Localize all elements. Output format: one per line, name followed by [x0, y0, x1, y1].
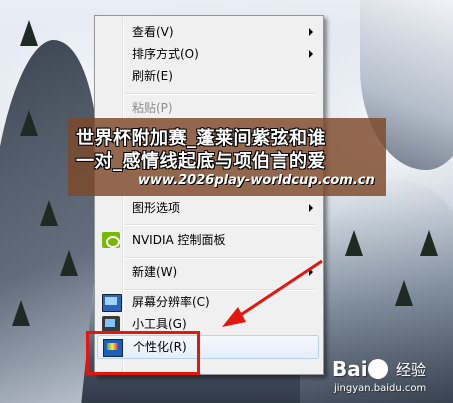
pine-tree: [12, 300, 30, 326]
pine-tree: [420, 230, 438, 256]
menu-item-new[interactable]: 新建(W): [97, 261, 319, 283]
menu-item-label: 屏幕分辨率(C): [132, 295, 210, 309]
submenu-arrow-icon: [309, 28, 313, 36]
paw-icon: [368, 359, 388, 379]
pine-tree: [20, 110, 38, 136]
logo-brand: Bai: [332, 357, 368, 381]
menu-item-label: 查看(V): [132, 25, 174, 39]
menu-item-graphics-options[interactable]: 图形选项: [97, 197, 319, 219]
submenu-arrow-icon: [309, 50, 313, 58]
nvidia-icon: [102, 232, 120, 248]
menu-item-nvidia-control-panel[interactable]: NVIDIA 控制面板: [97, 229, 319, 251]
menu-item-label: 排序方式(O): [132, 47, 199, 61]
menu-item-paste[interactable]: 粘贴(P): [97, 97, 319, 119]
watermark-banner: 世界杯附加赛_蓬莱间紫弦和谁 一对_感情线起底与项伯言的爱 www.2026pl…: [68, 118, 386, 196]
menu-item-screen-resolution[interactable]: 屏幕分辨率(C): [97, 291, 319, 313]
watermark-line-2: 一对_感情线起底与项伯言的爱: [76, 151, 326, 172]
pine-tree: [395, 280, 413, 306]
logo-suffix: 经验: [396, 361, 427, 379]
pine-tree: [60, 250, 78, 276]
pine-tree: [20, 20, 38, 46]
menu-item-label: 图形选项: [132, 201, 181, 215]
submenu-arrow-icon: [309, 268, 313, 276]
menu-item-label: 粘贴(P): [132, 101, 173, 115]
gadget-icon: [102, 316, 120, 332]
pine-tree: [345, 230, 363, 256]
watermark-url: www.2026play-worldcup.com.cn: [138, 173, 375, 188]
menu-item-sort-by[interactable]: 排序方式(O): [97, 43, 319, 65]
menu-item-view[interactable]: 查看(V): [97, 21, 319, 43]
menu-separator: [125, 93, 315, 95]
annotation-highlight-box: [86, 331, 200, 375]
menu-item-refresh[interactable]: 刷新(E): [97, 65, 319, 87]
logo-url: jingyan.baidu.com: [334, 383, 427, 394]
menu-separator: [125, 224, 315, 226]
menu-item-label: 新建(W): [132, 265, 178, 279]
menu-separator: [125, 257, 315, 259]
baidu-jingyan-logo: Bai 经验 jingyan.baidu.com: [332, 357, 452, 401]
pine-tree: [40, 200, 58, 226]
menu-item-label: NVIDIA 控制面板: [132, 233, 226, 247]
monitor-icon: [102, 294, 122, 312]
menu-item-label: 刷新(E): [132, 69, 173, 83]
submenu-arrow-icon: [309, 204, 313, 212]
